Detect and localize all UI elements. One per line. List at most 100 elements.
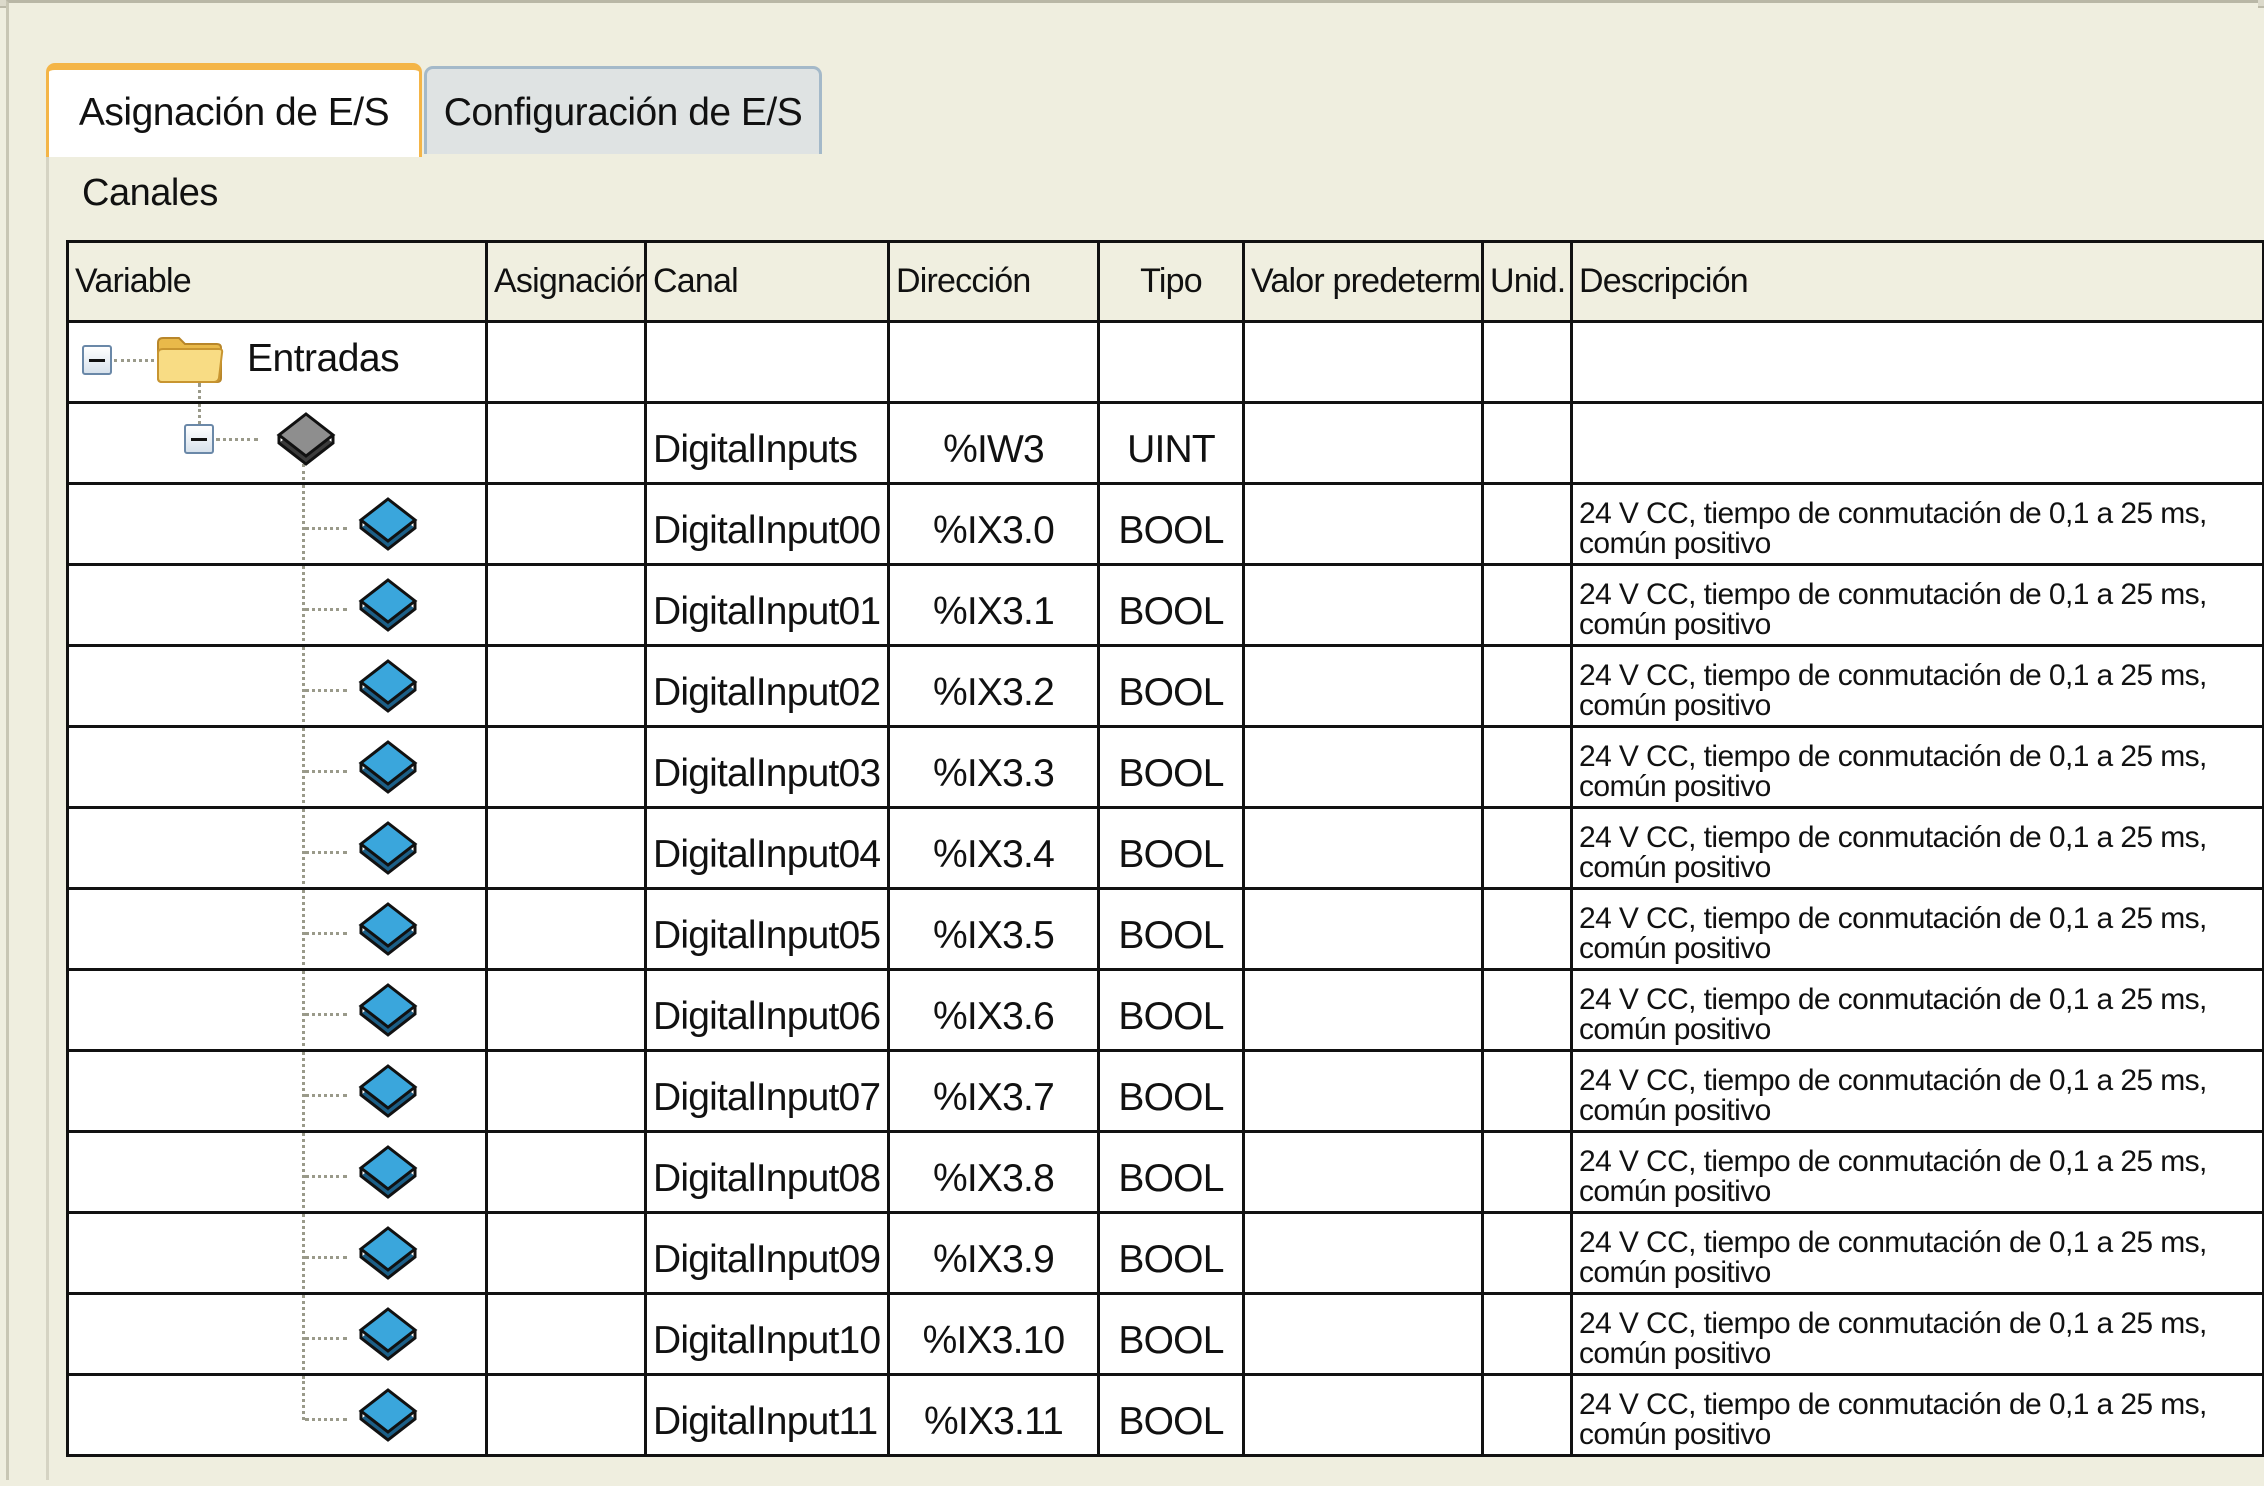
- cell-unid: [1481, 1292, 1573, 1376]
- channel-icon: [358, 1388, 418, 1442]
- cell-unid: [1481, 401, 1573, 485]
- cell-asignacion[interactable]: [485, 806, 647, 890]
- tree-connector: [305, 932, 347, 935]
- cell-asignacion: [485, 320, 647, 404]
- cell-valor[interactable]: [1242, 968, 1484, 1052]
- cell-valor[interactable]: [1242, 1049, 1484, 1133]
- description-line-1: 24 V CC, tiempo de conmutación de 0,1 a …: [1579, 1307, 2207, 1340]
- cell-unid: [1481, 1373, 1573, 1457]
- cell-asignacion[interactable]: [485, 644, 647, 728]
- table-row[interactable]: DigitalInput03 %IX3.3 BOOL 24 V CC, tiempo …: [66, 725, 2264, 809]
- table-row[interactable]: DigitalInput09 %IX3.9 BOOL 24 V CC, tiempo …: [66, 1211, 2264, 1295]
- header-valor-predeterminado[interactable]: Valor predeterm.: [1242, 240, 1484, 323]
- cell-asignacion[interactable]: [485, 1292, 647, 1376]
- header-direccion[interactable]: Dirección: [887, 240, 1100, 323]
- cell-unid: [1481, 482, 1573, 566]
- description-line-2: común positivo: [1579, 770, 1771, 803]
- channel-icon: [358, 902, 418, 956]
- tree-connector: [305, 689, 347, 692]
- cell-descripcion: 24 V CC, tiempo de conmutación de 0,1 a …: [1570, 725, 2264, 809]
- cell-unid: [1481, 887, 1573, 971]
- description-line-2: común positivo: [1579, 608, 1771, 641]
- cell-asignacion[interactable]: [485, 725, 647, 809]
- cell-variable: [66, 401, 488, 485]
- table-row[interactable]: DigitalInput05 %IX3.5 BOOL 24 V CC, tiempo …: [66, 887, 2264, 971]
- table-row[interactable]: DigitalInput07 %IX3.7 BOOL 24 V CC, tiempo …: [66, 1049, 2264, 1133]
- cell-unid: [1481, 644, 1573, 728]
- table-row[interactable]: DigitalInput06 %IX3.6 BOOL 24 V CC, tiempo …: [66, 968, 2264, 1052]
- header-unidad[interactable]: Unid.: [1481, 240, 1573, 323]
- cell-asignacion[interactable]: [485, 482, 647, 566]
- cell-descripcion: 24 V CC, tiempo de conmutación de 0,1 a …: [1570, 968, 2264, 1052]
- tab-configuracion-es[interactable]: Configuración de E/S: [424, 66, 822, 154]
- cell-variable: [66, 482, 488, 566]
- cell-valor[interactable]: [1242, 725, 1484, 809]
- description-line-1: 24 V CC, tiempo de conmutación de 0,1 a …: [1579, 1145, 2207, 1178]
- cell-descripcion: 24 V CC, tiempo de conmutación de 0,1 a …: [1570, 1130, 2264, 1214]
- description-line-2: común positivo: [1579, 851, 1771, 884]
- cell-asignacion[interactable]: [485, 1130, 647, 1214]
- cell-direccion: %IX3.3: [887, 725, 1100, 809]
- table-row[interactable]: DigitalInput08 %IX3.8 BOOL 24 V CC, tiempo …: [66, 1130, 2264, 1214]
- cell-unid: [1481, 1049, 1573, 1133]
- cell-direccion: %IX3.5: [887, 887, 1100, 971]
- header-descripcion[interactable]: Descripción: [1570, 240, 2264, 323]
- tree-connector: [216, 438, 258, 441]
- description-line-1: 24 V CC, tiempo de conmutación de 0,1 a …: [1579, 1064, 2207, 1097]
- cell-tipo: BOOL: [1097, 887, 1245, 971]
- table-row[interactable]: DigitalInput01 %IX3.1 BOOL 24 V CC, tiempo …: [66, 563, 2264, 647]
- cell-valor[interactable]: [1242, 887, 1484, 971]
- table-row[interactable]: DigitalInput10 %IX3.10 BOOL 24 V CC, tiempo…: [66, 1292, 2264, 1376]
- cell-asignacion[interactable]: [485, 887, 647, 971]
- description-line-1: 24 V CC, tiempo de conmutación de 0,1 a …: [1579, 983, 2207, 1016]
- channel-icon: [358, 1307, 418, 1361]
- cell-canal: [644, 320, 890, 404]
- header-canal[interactable]: Canal: [644, 240, 890, 323]
- cell-descripcion: 24 V CC, tiempo de conmutación de 0,1 a …: [1570, 806, 2264, 890]
- cell-variable: [66, 806, 488, 890]
- cell-valor[interactable]: [1242, 806, 1484, 890]
- table-row[interactable]: DigitalInput04 %IX3.4 BOOL 24 V CC, tiempo …: [66, 806, 2264, 890]
- table-row-group-entradas[interactable]: Entradas: [66, 320, 2264, 404]
- cell-tipo: BOOL: [1097, 644, 1245, 728]
- cell-asignacion[interactable]: [485, 401, 647, 485]
- cell-tipo: BOOL: [1097, 806, 1245, 890]
- description-line-2: común positivo: [1579, 1337, 1771, 1370]
- cell-descripcion: 24 V CC, tiempo de conmutación de 0,1 a …: [1570, 1049, 2264, 1133]
- cell-unid: [1481, 725, 1573, 809]
- cell-direccion: [887, 320, 1100, 404]
- table-row[interactable]: DigitalInput11 %IX3.11 BOOL 24 V CC, tiempo…: [66, 1373, 2264, 1457]
- description-line-1: 24 V CC, tiempo de conmutación de 0,1 a …: [1579, 578, 2207, 611]
- cell-asignacion[interactable]: [485, 968, 647, 1052]
- cell-tipo: BOOL: [1097, 1292, 1245, 1376]
- header-variable[interactable]: Variable: [66, 240, 488, 323]
- cell-valor[interactable]: [1242, 644, 1484, 728]
- cell-asignacion[interactable]: [485, 1373, 647, 1457]
- table-row-digitalinputs[interactable]: DigitalInputs %IW3 UINT: [66, 401, 2264, 485]
- cell-valor[interactable]: [1242, 482, 1484, 566]
- description-line-2: común positivo: [1579, 527, 1771, 560]
- collapse-entradas-button[interactable]: [82, 345, 112, 375]
- collapse-digitalinputs-button[interactable]: [184, 424, 214, 454]
- description-line-2: común positivo: [1579, 1418, 1771, 1451]
- tree-connector: [305, 1337, 347, 1340]
- cell-direccion: %IX3.8: [887, 1130, 1100, 1214]
- table-row[interactable]: DigitalInput00 %IX3.0 BOOL 24 V CC, tiempo …: [66, 482, 2264, 566]
- cell-valor[interactable]: [1242, 563, 1484, 647]
- cell-asignacion[interactable]: [485, 563, 647, 647]
- cell-valor[interactable]: [1242, 1211, 1484, 1295]
- header-tipo[interactable]: Tipo: [1097, 240, 1245, 323]
- cell-valor[interactable]: [1242, 1130, 1484, 1214]
- cell-asignacion[interactable]: [485, 1049, 647, 1133]
- cell-canal: DigitalInput07: [644, 1049, 890, 1133]
- tree-connector: [302, 1053, 305, 1129]
- cell-descripcion: [1570, 401, 2264, 485]
- description-line-1: 24 V CC, tiempo de conmutación de 0,1 a …: [1579, 1388, 2207, 1421]
- cell-asignacion[interactable]: [485, 1211, 647, 1295]
- cell-valor[interactable]: [1242, 1373, 1484, 1457]
- header-asignacion[interactable]: Asignación: [485, 240, 647, 323]
- table-row[interactable]: DigitalInput02 %IX3.2 BOOL 24 V CC, tiempo …: [66, 644, 2264, 728]
- cell-valor[interactable]: [1242, 1292, 1484, 1376]
- tab-asignacion-es[interactable]: Asignación de E/S: [46, 63, 422, 157]
- description-line-2: común positivo: [1579, 1256, 1771, 1289]
